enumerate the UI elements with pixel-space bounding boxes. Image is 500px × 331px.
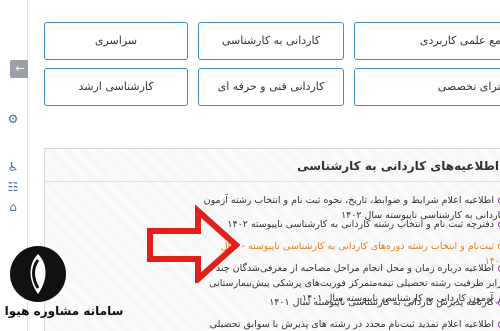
category-button-kardani-kartarshenasi[interactable]: کاردانی به کارشناسی: [198, 22, 344, 60]
news-item-link[interactable]: دفترچه ثبت نام و انتخاب رشته کاردانی به …: [227, 219, 494, 230]
news-item[interactable]: اطلاعیه اعلام تمدید ثبت‌نام مجدد در رشته…: [205, 317, 500, 331]
accessibility-icon[interactable]: ♿: [6, 160, 20, 174]
logo-icon: [10, 246, 66, 302]
watermark-logo: سامانه مشاوره هیوا: [0, 246, 130, 331]
category-button-arshad[interactable]: کارشناسی ارشد: [44, 68, 188, 106]
watermark-text: سامانه مشاوره هیوا: [4, 304, 124, 318]
settings-icon[interactable]: ⚙: [6, 112, 20, 126]
divider: [45, 181, 500, 182]
news-item-link[interactable]: کارنامه پذیرش کاردانی به کارشناسی ناپیوس…: [269, 297, 494, 308]
news-item-link[interactable]: اطلاعیه اعلام تمدید ثبت‌نام مجدد در رشته…: [210, 319, 500, 331]
home-icon[interactable]: ⌂: [6, 200, 20, 214]
red-arrow-icon: [146, 204, 241, 286]
category-button-jame-elmi[interactable]: جامع علمی کاربردی: [354, 22, 500, 60]
category-button-doktora[interactable]: دکترای تخصصی: [354, 68, 500, 106]
category-button-sarasari[interactable]: سراسری: [44, 22, 188, 60]
news-item[interactable]: کارنامه پذیرش کاردانی به کارشناسی ناپیوس…: [205, 295, 500, 310]
news-item[interactable]: دفترچه ثبت نام و انتخاب رشته کاردانی به …: [205, 217, 500, 232]
back-arrow-icon[interactable]: ←: [10, 60, 30, 78]
sitemap-icon[interactable]: ☷: [6, 180, 20, 194]
category-button-fani-herfei[interactable]: کاردانی فنی و حرفه ای: [198, 68, 344, 106]
panel-title: اطلاعیه‌های کاردانی به کارشناسی: [297, 159, 499, 173]
